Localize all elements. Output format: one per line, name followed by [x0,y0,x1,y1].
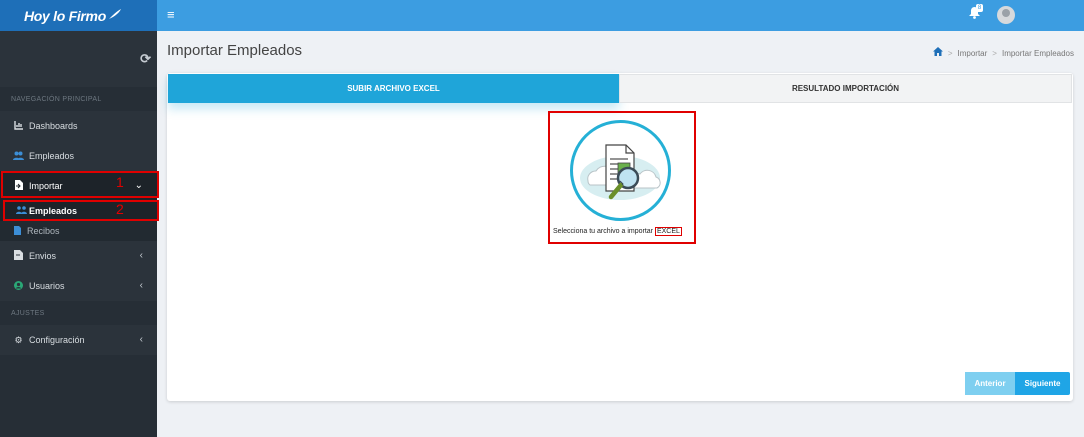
previous-button[interactable]: Anterior [965,372,1015,395]
sidebar-item-configuracion[interactable]: ⚙ Configuración ‹ [0,325,157,355]
user-icon [13,280,24,292]
avatar[interactable] [997,6,1015,24]
upload-caption: Selecciona tu archivo a importar EXCEL [553,227,682,236]
wizard-buttons: Anterior Siguiente [965,372,1070,395]
chevron-left-icon: ‹ [139,280,143,291]
sync-icon[interactable]: ⟳ [140,51,151,67]
topbar: ≡ 8 [157,0,1084,31]
feather-icon [108,8,121,19]
upload-caption-text: Selecciona tu archivo a importar [553,228,653,235]
chevron-left-icon: ‹ [139,250,143,261]
sidebar-item-label: Empleados [29,151,75,161]
file-type-label: EXCEL [654,227,682,236]
users-icon [13,151,24,162]
notification-badge: 8 [976,4,983,12]
sidebar-sync-row: ⟳ [0,31,157,87]
annotation-box-2 [3,200,159,221]
tab-import-result[interactable]: RESULTADO IMPORTACIÓN [619,74,1072,103]
page-title: Importar Empleados [167,42,303,59]
sidebar-item-empleados[interactable]: Empleados [0,141,157,171]
nav-section-header: AJUSTES [0,301,157,325]
file-icon [14,225,25,237]
annotation-box-1 [1,171,159,198]
sidebar: Hoy lo Firmo ⟳ NAVEGACIÓN PRINCIPAL Dash… [0,0,159,437]
annotation-number-2: 2 [116,201,124,217]
sidebar-item-label: Envios [29,251,57,261]
import-tabs: SUBIR ARCHIVO EXCEL RESULTADO IMPORTACIÓ… [168,74,1072,103]
sidebar-item-envios[interactable]: Envios ‹ [0,241,157,271]
breadcrumb-item: Importar Empleados [1001,48,1074,58]
breadcrumb-separator: > [992,48,997,58]
breadcrumb: > Importar > Importar Empleados [932,47,1074,59]
breadcrumb-item[interactable]: Importar [958,49,988,58]
chevron-left-icon: ‹ [139,334,143,345]
sidebar-subitem-label: Recibos [27,226,60,236]
document-search-icon [580,144,661,200]
send-icon [13,250,24,262]
chart-icon [13,120,24,132]
home-icon[interactable] [932,47,943,59]
sidebar-item-dashboards[interactable]: Dashboards [0,111,157,141]
sidebar-item-label: Usuarios [29,281,65,291]
gear-icon: ⚙ [14,334,23,345]
sidebar-item-usuarios[interactable]: Usuarios ‹ [0,271,157,301]
tab-upload-excel[interactable]: SUBIR ARCHIVO EXCEL [168,74,619,103]
brand-logo[interactable]: Hoy lo Firmo [0,0,157,31]
menu-icon[interactable]: ≡ [167,7,175,22]
nav-section-header: NAVEGACIÓN PRINCIPAL [0,87,157,111]
upload-illustration [570,120,671,221]
brand-name: Hoy lo Firmo [24,7,106,24]
next-button[interactable]: Siguiente [1015,372,1070,395]
sidebar-item-label: Configuración [29,335,85,345]
breadcrumb-separator: > [947,48,953,58]
sidebar-subitem-recibos[interactable]: Recibos [0,221,157,241]
annotation-number-1: 1 [116,174,124,190]
sidebar-item-label: Dashboards [29,121,78,131]
file-upload-area[interactable]: Selecciona tu archivo a importar EXCEL [548,111,696,244]
import-card: SUBIR ARCHIVO EXCEL RESULTADO IMPORTACIÓ… [167,73,1073,401]
